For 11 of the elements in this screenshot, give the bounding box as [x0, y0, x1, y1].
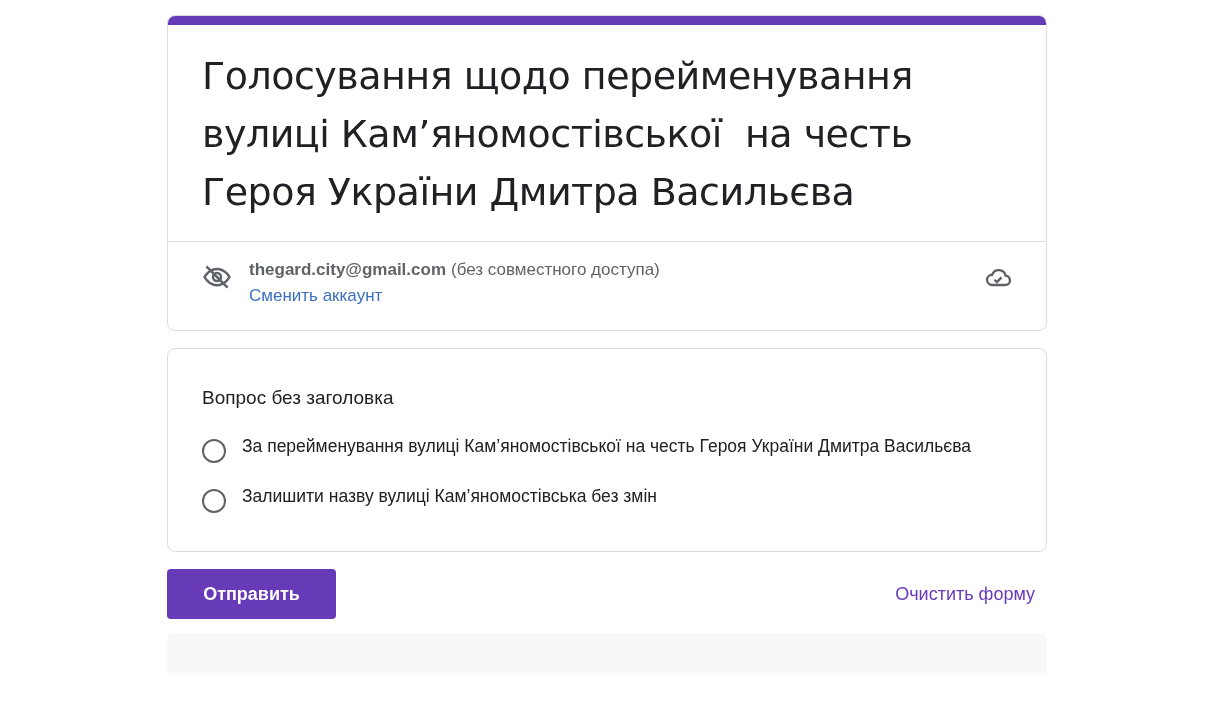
clear-form-button[interactable]: Очистить форму	[883, 575, 1047, 613]
option-label: Залишити назву вулиці Кам’яномостівська без змін	[242, 485, 657, 508]
account-email: thegard.city@gmail.com	[249, 260, 446, 279]
question-title: Вопрос без заголовка	[202, 387, 395, 409]
form-title: Голосування щодо перейменування вулиці Кам’яномостівської на честь Героя України Дмитра Васильєва	[168, 25, 1046, 242]
radio-button[interactable]	[202, 489, 226, 513]
option-label: За перейменування вулиці Кам’яномостівської на честь Героя України Дмитра Васильєва	[242, 435, 972, 458]
radio-button[interactable]	[202, 439, 226, 463]
switch-account-link[interactable]: Сменить аккаунт	[249, 286, 383, 306]
sharing-note: (без совместного доступа)	[451, 260, 660, 279]
submit-button[interactable]: Отправить	[167, 569, 336, 619]
